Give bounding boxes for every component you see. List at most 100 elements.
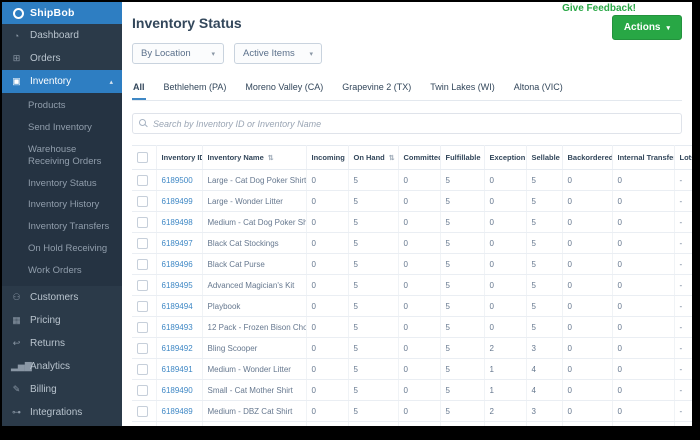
tab-moreno-valley-ca[interactable]: Moreno Valley (CA) bbox=[244, 78, 324, 100]
table-cell: - bbox=[674, 317, 692, 338]
location-filter-select[interactable]: By Location ▾ bbox=[132, 43, 224, 64]
table-cell: 2 bbox=[484, 401, 526, 422]
inventory-id-link[interactable]: 6189490 bbox=[162, 386, 193, 395]
actions-button[interactable]: Actions ▾ bbox=[612, 15, 682, 40]
row-checkbox[interactable] bbox=[137, 280, 148, 291]
search-bar bbox=[132, 113, 682, 134]
table-cell: 0 bbox=[562, 275, 612, 296]
sidebar-item-analytics[interactable]: ▂▅▇Analytics bbox=[2, 355, 122, 378]
inventory-id-link[interactable]: 6189489 bbox=[162, 407, 193, 416]
inventory-id-link[interactable]: 6189500 bbox=[162, 176, 193, 185]
submenu-item-inventory-status[interactable]: Inventory Status bbox=[2, 173, 122, 195]
column-header-exception[interactable]: Exception bbox=[484, 146, 526, 170]
submenu-item-products[interactable]: Products bbox=[2, 95, 122, 117]
submenu-item-send-inventory[interactable]: Send Inventory bbox=[2, 117, 122, 139]
table-cell: 1 bbox=[484, 380, 526, 401]
submenu-item-warehouse-receiving-orders[interactable]: Warehouse Receiving Orders bbox=[2, 139, 122, 173]
sidebar-item-pricing[interactable]: ▦Pricing bbox=[2, 309, 122, 332]
table-cell: 5 bbox=[348, 380, 398, 401]
row-checkbox[interactable] bbox=[137, 343, 148, 354]
row-checkbox[interactable] bbox=[137, 217, 148, 228]
column-header-on-hand[interactable]: On Hand⇅ bbox=[348, 146, 398, 170]
inventory-id-link[interactable]: 6189491 bbox=[162, 365, 193, 374]
sidebar-item-billing[interactable]: ✎Billing bbox=[2, 378, 122, 401]
table-cell: 5 bbox=[440, 275, 484, 296]
table-cell: 5 bbox=[348, 317, 398, 338]
brand-bar[interactable]: ShipBob bbox=[2, 2, 122, 24]
select-all-checkbox[interactable] bbox=[137, 152, 148, 163]
inventory-id-link[interactable]: 6189499 bbox=[162, 197, 193, 206]
row-checkbox[interactable] bbox=[137, 385, 148, 396]
row-checkbox[interactable] bbox=[137, 259, 148, 270]
table-cell: 5 bbox=[348, 359, 398, 380]
tab-twin-lakes-wi[interactable]: Twin Lakes (WI) bbox=[429, 78, 496, 100]
table-cell: 0 bbox=[484, 254, 526, 275]
pricing-icon: ▦ bbox=[11, 315, 22, 326]
sidebar-item-inventory[interactable]: ▣Inventory▴ bbox=[2, 70, 122, 93]
column-header-incoming[interactable]: Incoming bbox=[306, 146, 348, 170]
column-header-internal-transfer[interactable]: Internal Transfer bbox=[612, 146, 674, 170]
table-cell: 4 bbox=[526, 359, 562, 380]
submenu-item-work-orders[interactable]: Work Orders bbox=[2, 260, 122, 282]
sidebar-item-orders[interactable]: ⊞Orders bbox=[2, 47, 122, 70]
row-checkbox-cell bbox=[132, 212, 156, 233]
column-header-fulfillable[interactable]: Fulfillable bbox=[440, 146, 484, 170]
inventory-submenu: ProductsSend InventoryWarehouse Receivin… bbox=[2, 93, 122, 286]
table-cell: 0 bbox=[306, 359, 348, 380]
table-cell: 2 bbox=[484, 422, 526, 427]
sidebar-item-customers[interactable]: ⚇Customers bbox=[2, 286, 122, 309]
search-input[interactable] bbox=[132, 113, 682, 134]
table-row: 6189499Large - Wonder Litter05050500- bbox=[132, 191, 692, 212]
row-checkbox[interactable] bbox=[137, 175, 148, 186]
tab-bethlehem-pa[interactable]: Bethlehem (PA) bbox=[163, 78, 228, 100]
tab-grapevine-2-tx[interactable]: Grapevine 2 (TX) bbox=[341, 78, 412, 100]
sidebar-item-dashboard[interactable]: ◔Dashboard bbox=[2, 24, 122, 47]
inventory-icon: ▣ bbox=[11, 76, 22, 87]
submenu-item-inventory-history[interactable]: Inventory History bbox=[2, 194, 122, 216]
table-cell: 5 bbox=[440, 338, 484, 359]
column-header-inventory-name[interactable]: Inventory Name⇅ bbox=[202, 146, 306, 170]
table-cell: 5 bbox=[526, 212, 562, 233]
table-cell: 0 bbox=[484, 170, 526, 191]
inventory-id-link[interactable]: 6189496 bbox=[162, 260, 193, 269]
tab-all[interactable]: All bbox=[132, 78, 146, 100]
row-checkbox[interactable] bbox=[137, 322, 148, 333]
inventory-id-link[interactable]: 6189493 bbox=[162, 323, 193, 332]
tab-altona-vic[interactable]: Altona (VIC) bbox=[513, 78, 564, 100]
sort-icon[interactable]: ⇅ bbox=[389, 155, 395, 162]
table-cell: 0 bbox=[562, 422, 612, 427]
column-header-inventory-id[interactable]: Inventory ID bbox=[156, 146, 202, 170]
inventory-id-link[interactable]: 6189492 bbox=[162, 344, 193, 353]
inventory-id-cell: 6189489 bbox=[156, 401, 202, 422]
submenu-item-on-hold-receiving[interactable]: On Hold Receiving bbox=[2, 238, 122, 260]
billing-icon: ✎ bbox=[11, 384, 22, 395]
table-cell: 5 bbox=[348, 212, 398, 233]
row-checkbox-cell bbox=[132, 317, 156, 338]
table-cell: 0 bbox=[612, 380, 674, 401]
table-cell: 5 bbox=[440, 296, 484, 317]
column-header-sellable[interactable]: Sellable bbox=[526, 146, 562, 170]
table-cell: 0 bbox=[398, 422, 440, 427]
table-cell: 0 bbox=[562, 401, 612, 422]
row-checkbox[interactable] bbox=[137, 196, 148, 207]
inventory-id-link[interactable]: 6189495 bbox=[162, 281, 193, 290]
row-checkbox[interactable] bbox=[137, 406, 148, 417]
column-header-committed[interactable]: Committed bbox=[398, 146, 440, 170]
column-header-backordered[interactable]: Backordered bbox=[562, 146, 612, 170]
table-cell: 0 bbox=[398, 254, 440, 275]
sort-icon[interactable]: ⇅ bbox=[268, 155, 274, 162]
submenu-item-inventory-transfers[interactable]: Inventory Transfers bbox=[2, 216, 122, 238]
row-checkbox[interactable] bbox=[137, 238, 148, 249]
sidebar-item-integrations[interactable]: ⊶Integrations bbox=[2, 401, 122, 424]
row-checkbox[interactable] bbox=[137, 301, 148, 312]
give-feedback-link[interactable]: Give Feedback! bbox=[562, 3, 636, 14]
inventory-id-link[interactable]: 6189497 bbox=[162, 239, 193, 248]
inventory-id-link[interactable]: 6189498 bbox=[162, 218, 193, 227]
column-header-lots[interactable]: Lots bbox=[674, 146, 692, 170]
items-filter-select[interactable]: Active Items ▾ bbox=[234, 43, 322, 64]
sidebar-item-locations[interactable]: ◉Locations bbox=[2, 424, 122, 426]
row-checkbox[interactable] bbox=[137, 364, 148, 375]
sidebar-item-returns[interactable]: ↩Returns bbox=[2, 332, 122, 355]
inventory-id-link[interactable]: 6189494 bbox=[162, 302, 193, 311]
table-cell: - bbox=[674, 401, 692, 422]
